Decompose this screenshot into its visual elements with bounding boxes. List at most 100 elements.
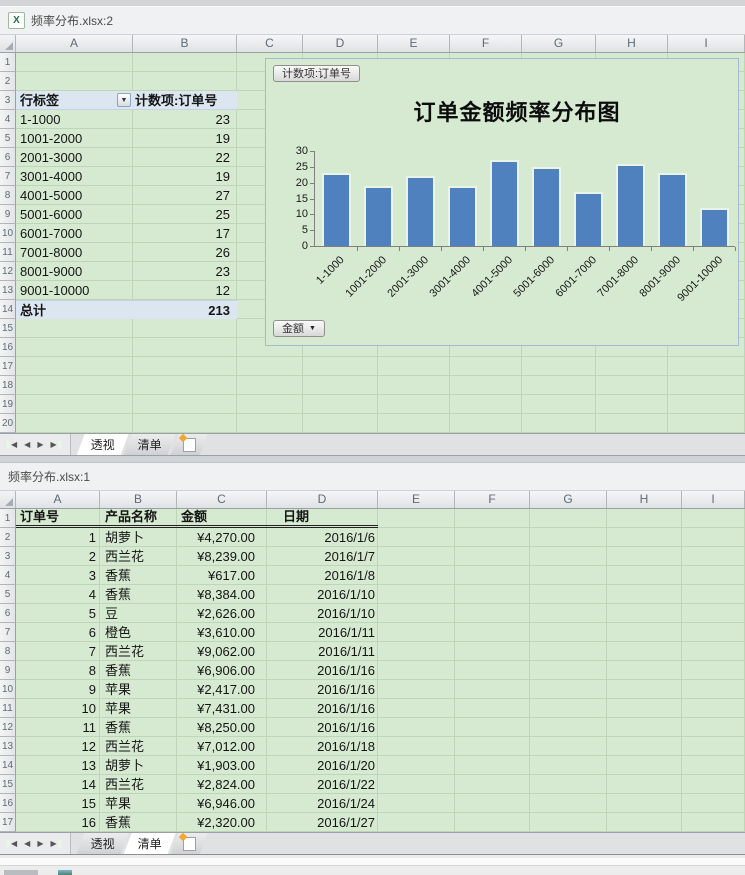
cell[interactable]	[455, 566, 530, 585]
table-cell[interactable]: 4	[16, 585, 100, 604]
cell[interactable]	[237, 376, 303, 395]
cell[interactable]	[378, 414, 450, 433]
cell[interactable]	[682, 699, 745, 718]
cell[interactable]	[607, 661, 682, 680]
cell[interactable]	[378, 756, 455, 775]
chart-bar-1-1000[interactable]	[321, 173, 351, 246]
nav-first-sheet-button[interactable]: ◀	[6, 839, 17, 848]
cell[interactable]	[455, 756, 530, 775]
pivot-bin-cell[interactable]: 2001-3000	[16, 148, 133, 167]
row-header-16[interactable]: 16	[0, 794, 16, 813]
cell[interactable]	[378, 509, 455, 528]
window-titlebar[interactable]: 频率分布.xlsx:1	[0, 463, 745, 491]
table-header-cell[interactable]: 日期	[267, 509, 378, 525]
table-cell[interactable]: 7	[16, 642, 100, 661]
row-header-6[interactable]: 6	[0, 604, 16, 623]
cell[interactable]	[16, 319, 133, 338]
table-cell[interactable]: 香蕉	[100, 585, 177, 604]
cell[interactable]	[378, 737, 455, 756]
cell[interactable]	[682, 623, 745, 642]
pivot-bin-cell[interactable]: 3001-4000	[16, 167, 133, 186]
cell[interactable]	[596, 376, 668, 395]
table-cell[interactable]: ¥2,626.00	[177, 604, 267, 623]
pivot-bin-cell[interactable]: 7001-8000	[16, 243, 133, 262]
column-header-I[interactable]: I	[682, 491, 745, 508]
cell[interactable]	[530, 604, 607, 623]
table-cell[interactable]: 西兰花	[100, 547, 177, 566]
cell[interactable]	[455, 642, 530, 661]
cell[interactable]	[607, 813, 682, 832]
cell[interactable]	[530, 642, 607, 661]
table-cell[interactable]: 3	[16, 566, 100, 585]
row-header-9[interactable]: 9	[0, 661, 16, 680]
cell[interactable]	[378, 566, 455, 585]
cell[interactable]	[16, 338, 133, 357]
row-header-13[interactable]: 13	[0, 281, 16, 300]
table-cell[interactable]: 2016/1/16	[267, 680, 378, 699]
table-cell[interactable]: ¥3,610.00	[177, 623, 267, 642]
cell[interactable]	[530, 509, 607, 528]
cell[interactable]	[682, 547, 745, 566]
table-cell[interactable]: ¥2,417.00	[177, 680, 267, 699]
row-header-6[interactable]: 6	[0, 148, 16, 167]
cell[interactable]	[450, 395, 522, 414]
table-cell[interactable]: ¥6,906.00	[177, 661, 267, 680]
table-cell[interactable]: ¥4,270.00	[177, 528, 267, 547]
column-header-A[interactable]: A	[16, 491, 100, 508]
table-cell[interactable]: ¥2,320.00	[177, 813, 267, 832]
cell[interactable]	[133, 319, 237, 338]
pivot-bin-cell[interactable]: 9001-10000	[16, 281, 133, 300]
row-header-1[interactable]: 1	[0, 53, 16, 72]
pivot-count-cell[interactable]: 17	[133, 224, 237, 243]
nav-next-sheet-button[interactable]: ▶	[37, 440, 43, 449]
table-cell[interactable]: 2016/1/11	[267, 623, 378, 642]
cell[interactable]	[668, 414, 745, 433]
row-header-20[interactable]: 20	[0, 414, 16, 433]
cell[interactable]	[16, 414, 133, 433]
row-header-2[interactable]: 2	[0, 72, 16, 91]
cell[interactable]	[237, 414, 303, 433]
cell[interactable]	[682, 775, 745, 794]
cell[interactable]	[522, 395, 596, 414]
cell[interactable]	[607, 509, 682, 528]
table-cell[interactable]: 2	[16, 547, 100, 566]
row-header-12[interactable]: 12	[0, 718, 16, 737]
cell[interactable]	[682, 528, 745, 547]
cell[interactable]	[455, 623, 530, 642]
column-header-C[interactable]: C	[177, 491, 267, 508]
pivot-bin-cell[interactable]: 5001-6000	[16, 205, 133, 224]
cell[interactable]	[133, 53, 237, 72]
row-header-17[interactable]: 17	[0, 813, 16, 832]
cell[interactable]	[450, 376, 522, 395]
cell[interactable]	[378, 642, 455, 661]
cell[interactable]	[133, 376, 237, 395]
sheet-tab-1[interactable]: 透视	[77, 434, 129, 455]
table-cell[interactable]: 11	[16, 718, 100, 737]
row-header-14[interactable]: 14	[0, 756, 16, 775]
table-cell[interactable]: 香蕉	[100, 813, 177, 832]
row-header-15[interactable]: 15	[0, 319, 16, 338]
pivot-count-cell[interactable]: 19	[133, 129, 237, 148]
cell[interactable]	[607, 642, 682, 661]
chart-bar-4001-5000[interactable]	[489, 160, 519, 246]
table-cell[interactable]: 14	[16, 775, 100, 794]
cell[interactable]	[607, 737, 682, 756]
row-header-3[interactable]: 3	[0, 547, 16, 566]
select-all-corner[interactable]	[0, 35, 16, 52]
cell[interactable]	[530, 756, 607, 775]
row-labels-filter-dropdown-icon[interactable]: ▼	[117, 93, 131, 107]
table-cell[interactable]: 6	[16, 623, 100, 642]
pivot-count-cell[interactable]: 23	[133, 110, 237, 129]
pivot-count-cell[interactable]: 27	[133, 186, 237, 205]
column-header-G[interactable]: G	[530, 491, 607, 508]
table-cell[interactable]: 10	[16, 699, 100, 718]
row-header-18[interactable]: 18	[0, 376, 16, 395]
cell[interactable]	[450, 357, 522, 376]
cell[interactable]	[455, 680, 530, 699]
cell[interactable]	[530, 813, 607, 832]
table-cell[interactable]: 2016/1/27	[267, 813, 378, 832]
cell[interactable]	[607, 623, 682, 642]
table-cell[interactable]: 香蕉	[100, 566, 177, 585]
pivot-count-cell[interactable]: 19	[133, 167, 237, 186]
cell[interactable]	[378, 376, 450, 395]
